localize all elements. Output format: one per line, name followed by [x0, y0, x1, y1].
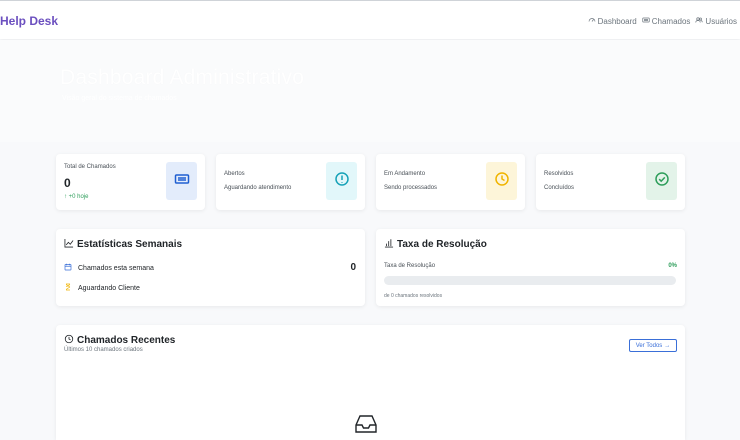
stat-icon-box [166, 162, 197, 200]
clock-icon [494, 171, 510, 192]
stat-label: Total de Chamados [64, 164, 116, 170]
stat-subtitle: Concluídos [544, 185, 575, 191]
stat-card-total: Total de Chamados 0 ↑ +0 hoje [56, 154, 205, 210]
section-title-text: Chamados Recentes [77, 335, 176, 346]
stat-card-andamento: Em Andamento Sendo processados [376, 154, 525, 210]
check-circle-icon [654, 171, 670, 192]
week-row-label: Aguardando Cliente [78, 284, 140, 292]
clock-icon [64, 334, 74, 347]
nav-dashboard-label: Dashboard [597, 16, 637, 26]
top-navbar: Help Desk Dashboard Chamados Usuários [0, 0, 740, 39]
hero-banner: Dashboard Administrativo Visão geral do … [0, 40, 740, 142]
weekly-stats-card: Estatísticas Semanais Chamados esta sema… [56, 229, 365, 306]
hourglass-icon [64, 283, 72, 293]
speedometer-icon [588, 16, 596, 26]
stat-subtitle: Aguardando atendimento [224, 185, 292, 191]
stat-title: Em Andamento [384, 171, 426, 177]
alert-circle-icon [334, 171, 350, 192]
nav-dashboard[interactable]: Dashboard [588, 16, 637, 26]
page-subtitle: Visão geral do sistema de chamados [62, 95, 177, 102]
stat-card-resolvidos: Resolvidos Concluídos [536, 154, 685, 210]
nav-chamados-label: Chamados [651, 16, 691, 26]
users-icon [695, 16, 704, 26]
stat-title: Resolvidos [544, 171, 574, 177]
brand-logo[interactable]: Help Desk [0, 14, 58, 28]
main-nav: Dashboard Chamados Usuários [588, 16, 737, 26]
resolution-progress-bar [384, 276, 676, 285]
stat-value: 0 [64, 176, 71, 190]
section-title: Estatísticas Semanais [64, 238, 182, 251]
nav-usuarios-label: Usuários [705, 16, 737, 26]
stat-delta: ↑ +0 hoje [64, 194, 89, 200]
section-subtitle: Últimos 10 chamados criados [64, 347, 143, 353]
nav-chamados[interactable]: Chamados [642, 16, 691, 26]
line-chart-icon [64, 238, 74, 251]
stat-title: Abertos [224, 171, 245, 177]
nav-usuarios[interactable]: Usuários [695, 16, 737, 26]
view-all-label: Ver Todos [635, 342, 663, 349]
section-title-text: Estatísticas Semanais [77, 239, 183, 250]
rate-label: Taxa de Resolução [384, 263, 436, 269]
section-title-text: Taxa de Resolução [397, 239, 487, 250]
stat-subtitle: Sendo processados [384, 185, 438, 191]
calendar-icon [64, 263, 72, 273]
section-title: Chamados Recentes [64, 334, 175, 347]
section-title: Taxa de Resolução [384, 238, 487, 251]
rate-percent: 0% [668, 263, 677, 269]
bar-chart-icon [384, 238, 394, 251]
ticket-icon [642, 16, 650, 26]
arrow-right-icon: → [664, 342, 671, 349]
ticket-icon [174, 171, 190, 192]
view-all-button[interactable]: Ver Todos → [629, 339, 677, 352]
resolution-rate-card: Taxa de Resolução Taxa de Resolução 0% d… [376, 229, 685, 306]
page-title: Dashboard Administrativo [60, 66, 305, 89]
week-row-chamados: Chamados esta semana [64, 263, 154, 273]
week-row-aguardando: Aguardando Cliente [64, 283, 140, 293]
rate-footer: de 0 chamados resolvidos [384, 293, 443, 299]
stat-icon-box [326, 162, 357, 200]
stat-card-abertos: Abertos Aguardando atendimento [216, 154, 365, 210]
stat-icon-box [646, 162, 677, 200]
week-count-value: 0 [350, 262, 356, 273]
recent-tickets-card: Chamados Recentes Últimos 10 chamados cr… [56, 325, 685, 440]
week-row-label: Chamados esta semana [78, 264, 154, 272]
stat-icon-box [486, 162, 517, 200]
inbox-icon [354, 413, 378, 435]
